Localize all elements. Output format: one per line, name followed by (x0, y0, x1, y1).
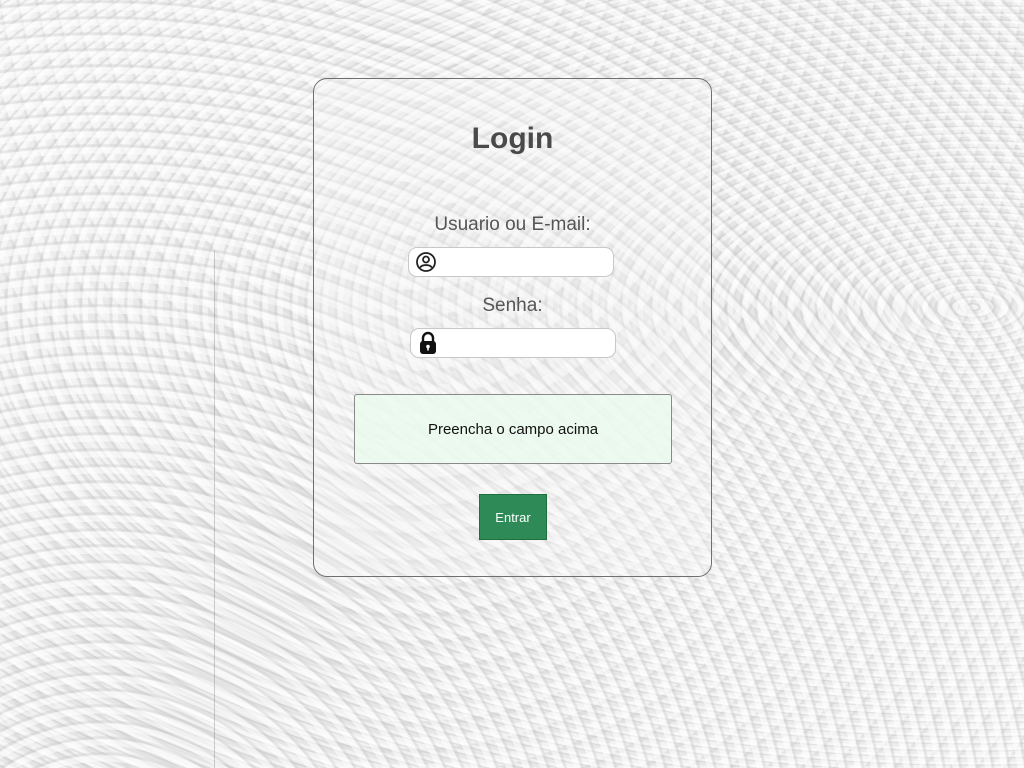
password-field[interactable] (410, 328, 616, 358)
validation-message: Preencha o campo acima (354, 394, 672, 464)
username-input[interactable] (443, 254, 613, 270)
page-title: Login (471, 122, 554, 155)
background-wall-texture (214, 250, 215, 768)
username-field[interactable] (408, 247, 614, 277)
password-label: Senha: (482, 295, 543, 316)
user-circle-icon (415, 251, 437, 273)
padlock-icon (417, 331, 439, 354)
password-input[interactable] (445, 335, 615, 351)
login-card: Login Usuario ou E-mail: Senha: Preencha… (313, 78, 712, 577)
submit-button[interactable]: Entrar (479, 494, 547, 540)
username-label: Usuario ou E-mail: (434, 214, 591, 235)
